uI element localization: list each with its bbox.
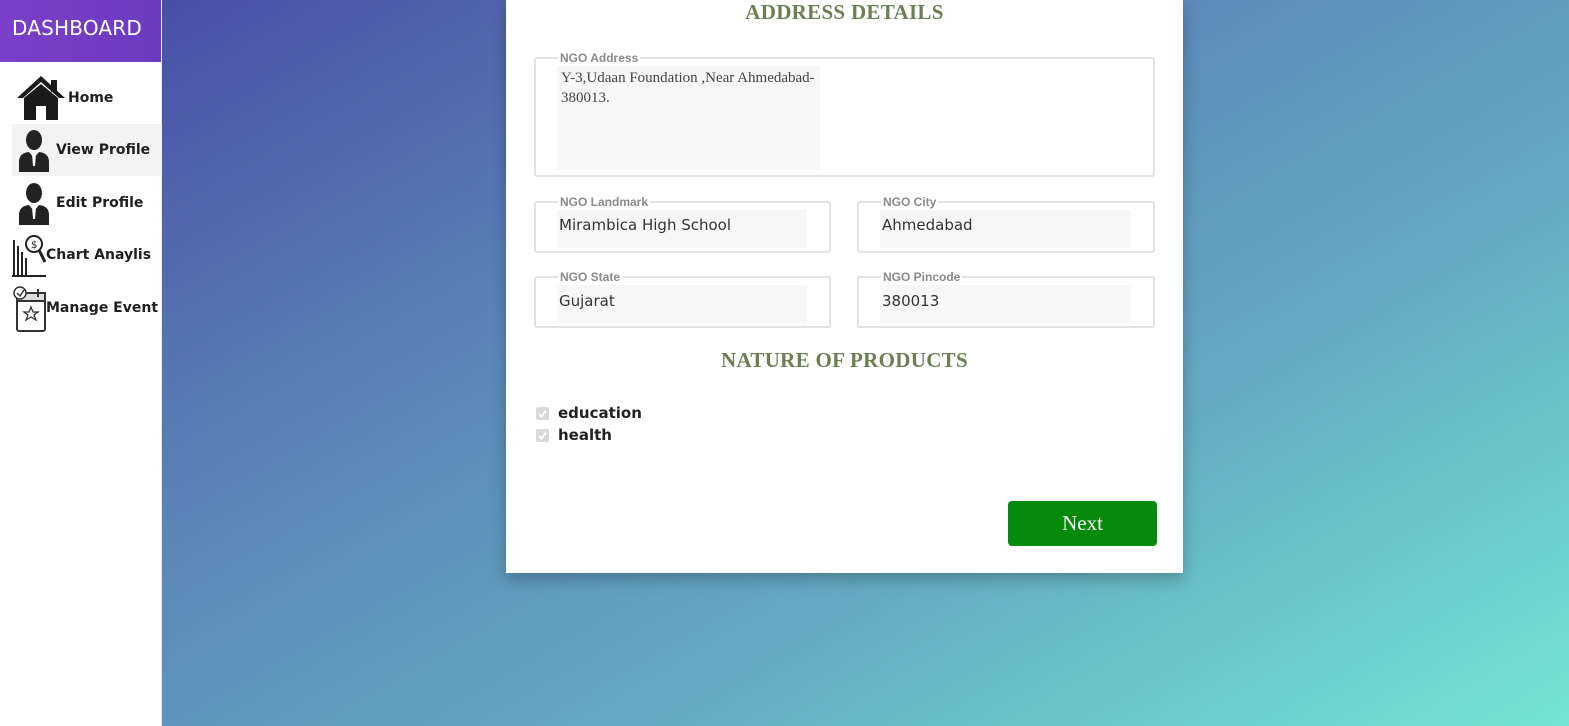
sidebar-item-label: Chart Anaylis — [46, 247, 152, 263]
sidebar-item-chart-anaylis[interactable]: $ Chart Anaylis — [12, 229, 162, 281]
house-icon — [14, 72, 68, 124]
sidebar-item-home[interactable]: Home — [12, 72, 162, 124]
calendar-icon — [12, 282, 46, 334]
state-input[interactable]: Gujarat — [557, 285, 807, 323]
city-input[interactable]: Ahmedabad — [880, 210, 1131, 248]
address-section-title: ADDRESS DETAILS — [745, 0, 944, 24]
next-button[interactable]: Next — [1008, 501, 1157, 546]
sidebar: DASHBOARD Home View Profile Edit Profile… — [0, 0, 162, 726]
pincode-label: NGO Pincode — [883, 270, 961, 284]
sidebar-item-label: Home — [68, 90, 114, 106]
product-education-row[interactable]: education — [536, 404, 642, 422]
user-icon — [12, 177, 56, 229]
ngo-details-card: ADDRESS DETAILS NGO Address Y-3,Udaan Fo… — [506, 0, 1183, 573]
address-label: NGO Address — [560, 51, 639, 65]
sidebar-item-label: View Profile — [56, 142, 151, 158]
city-label: NGO City — [883, 195, 937, 209]
address-textarea[interactable]: Y-3,Udaan Foundation ,Near Ahmedabad-380… — [557, 66, 820, 170]
health-checkbox[interactable] — [536, 428, 549, 442]
education-checkbox[interactable] — [536, 406, 549, 420]
svg-text:$: $ — [31, 240, 37, 251]
state-label: NGO State — [560, 270, 621, 284]
chart-analysis-icon: $ — [12, 229, 46, 281]
products-section-title: NATURE OF PRODUCTS — [721, 348, 968, 372]
main-background: ADDRESS DETAILS NGO Address Y-3,Udaan Fo… — [162, 0, 1569, 726]
sidebar-item-label: Manage Event — [46, 300, 159, 316]
sidebar-item-label: Edit Profile — [56, 195, 144, 211]
sidebar-item-edit-profile[interactable]: Edit Profile — [12, 177, 162, 229]
education-label: education — [558, 404, 642, 422]
health-label: health — [558, 426, 612, 444]
pincode-input[interactable]: 380013 — [880, 285, 1131, 323]
product-health-row[interactable]: health — [536, 426, 612, 444]
sidebar-title: DASHBOARD — [0, 0, 161, 62]
user-icon — [12, 124, 56, 176]
sidebar-item-view-profile[interactable]: View Profile — [12, 124, 162, 176]
landmark-label: NGO Landmark — [560, 195, 649, 209]
landmark-input[interactable]: Mirambica High School — [557, 210, 807, 248]
sidebar-item-manage-event[interactable]: Manage Event — [12, 282, 162, 334]
